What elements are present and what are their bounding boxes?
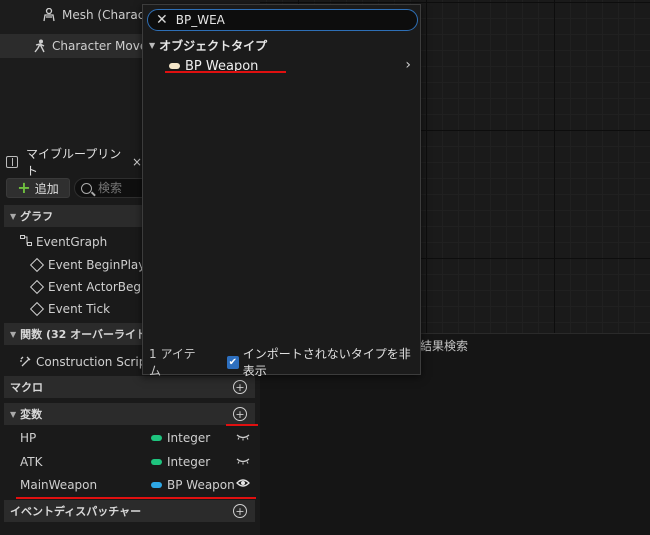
graph-item-label: EventGraph: [36, 235, 108, 249]
event-diamond-icon: [29, 279, 45, 295]
variable-row-mainweapon[interactable]: MainWeapon BP Weapon: [0, 474, 260, 497]
item-count: 1 アイテム: [149, 347, 196, 378]
function-icon: [20, 355, 32, 370]
section-label: グラフ: [20, 210, 54, 223]
search-icon: [81, 182, 92, 194]
eye-closed-icon[interactable]: [236, 430, 250, 444]
variable-name: MainWeapon: [20, 478, 98, 492]
add-macro-icon[interactable]: +: [233, 380, 247, 394]
variable-name: ATK: [20, 455, 43, 469]
tab-my-blueprint[interactable]: マイブループリント ×: [0, 147, 142, 178]
variable-type-pill: [151, 435, 162, 441]
type-picker-popup: ✕ ▼ オブジェクトタイプ BP Weapon › 1 アイテム ✔ インポート…: [142, 4, 421, 378]
variable-row-atk[interactable]: ATK Integer: [0, 451, 260, 474]
person-icon: [42, 8, 56, 22]
type-picker-footer: 1 アイテム ✔ インポートされないタイプを非表示: [143, 347, 420, 378]
variable-type: Integer: [167, 455, 211, 469]
tab-label: マイブループリント: [26, 147, 122, 178]
function-item-label: Construction Script: [36, 355, 152, 369]
variable-type-pill: [151, 482, 162, 488]
event-diamond-icon: [29, 257, 45, 273]
event-diamond-icon: [29, 301, 45, 317]
caret-down-icon: ▼: [149, 41, 156, 50]
type-search-field[interactable]: ✕: [147, 9, 418, 31]
variable-row-hp[interactable]: HP Integer: [0, 427, 260, 450]
plus-icon: +: [17, 178, 31, 197]
variable-type: BP Weapon: [167, 478, 235, 492]
annotation-underline: [226, 424, 258, 426]
eye-closed-icon[interactable]: [236, 454, 250, 468]
graph-item-label: Event BeginPlay: [48, 258, 146, 272]
graph-icon: [20, 235, 32, 249]
object-type-pill: [169, 63, 180, 69]
add-dispatcher-icon[interactable]: +: [233, 504, 247, 518]
eye-open-icon[interactable]: [236, 477, 250, 491]
variable-name: HP: [20, 431, 37, 445]
type-search-input[interactable]: [175, 13, 396, 27]
section-label: マクロ: [10, 381, 43, 394]
close-icon[interactable]: ×: [132, 155, 142, 169]
movement-icon: [32, 39, 46, 53]
annotation-underline: [16, 497, 256, 499]
variable-type: Integer: [167, 431, 211, 445]
add-button[interactable]: + 追加: [6, 178, 70, 198]
find-results-label: 結果検索: [420, 339, 469, 353]
add-button-label: 追加: [34, 181, 59, 196]
book-icon: [6, 156, 19, 168]
checkbox-label: インポートされないタイプを非表示: [242, 347, 411, 378]
annotation-underline: [165, 71, 286, 73]
caret-down-icon: ▼: [10, 329, 17, 339]
caret-down-icon: ▼: [10, 211, 17, 221]
chevron-right-icon[interactable]: ›: [405, 57, 411, 73]
add-variable-icon[interactable]: +: [233, 407, 247, 421]
section-macros[interactable]: マクロ +: [4, 376, 255, 398]
section-variables[interactable]: ▼ 変数 +: [4, 403, 255, 425]
type-item-bp-weapon[interactable]: BP Weapon ›: [169, 56, 419, 76]
section-label: イベントディスパッチャー: [10, 505, 142, 518]
category-label: オブジェクトタイプ: [159, 39, 268, 53]
clear-icon[interactable]: ✕: [156, 13, 168, 27]
section-label: 変数: [20, 408, 43, 421]
variable-type-pill: [151, 459, 162, 465]
caret-down-icon: ▼: [10, 409, 17, 419]
section-label: 関数 (32 オーバーライド可能): [20, 328, 147, 341]
graph-item-label: Event Tick: [48, 302, 111, 316]
type-category-object[interactable]: ▼ オブジェクトタイプ: [149, 37, 267, 54]
section-event-dispatchers[interactable]: イベントディスパッチャー +: [4, 500, 255, 522]
hide-unloaded-checkbox[interactable]: ✔: [226, 355, 239, 369]
